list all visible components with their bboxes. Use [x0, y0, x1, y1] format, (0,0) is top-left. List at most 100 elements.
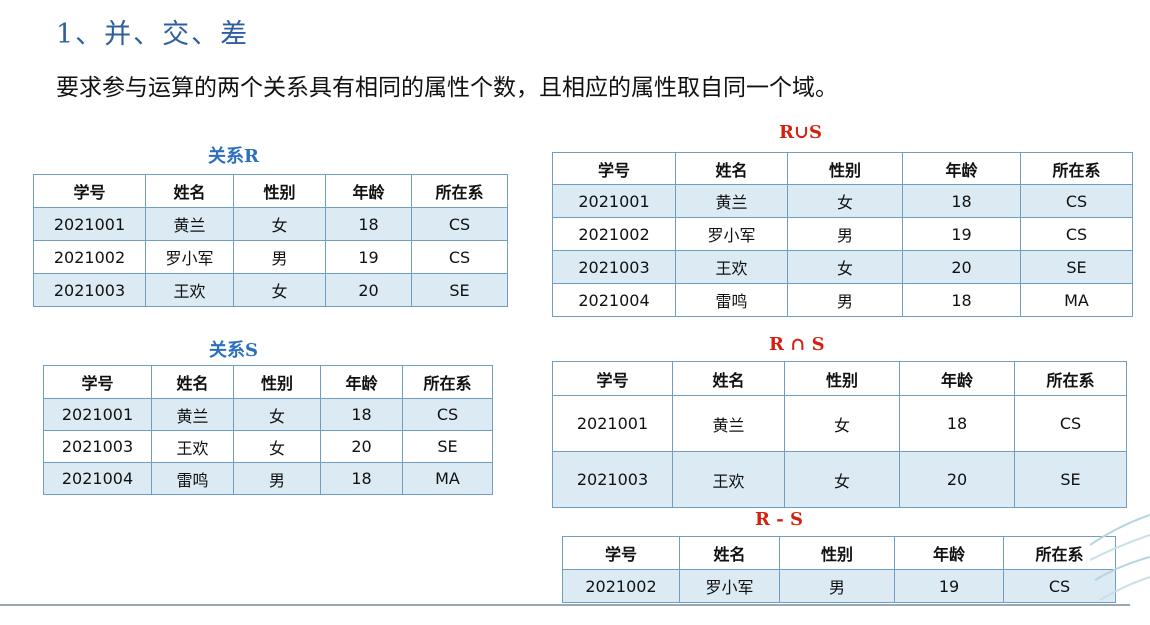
- cell-student-id: 2021001: [43, 398, 152, 431]
- cell-age: 19: [325, 240, 412, 274]
- cell-student-id: 2021002: [33, 240, 146, 274]
- cell-age: 18: [899, 395, 1015, 452]
- cell-gender: 男: [787, 283, 903, 317]
- cell-name: 黄兰: [672, 395, 785, 452]
- cell-gender: 女: [787, 184, 903, 218]
- cell-student-id: 2021004: [43, 462, 152, 495]
- column-header-student-id: 学号: [43, 365, 152, 399]
- cell-name: 王欢: [151, 430, 234, 463]
- column-header-gender: 性别: [787, 152, 903, 185]
- column-header-age: 年龄: [320, 365, 403, 399]
- cell-age: 18: [320, 462, 403, 495]
- column-header-gender: 性别: [779, 536, 895, 570]
- cell-name: 罗小军: [675, 217, 788, 251]
- table-intersection: 学号 姓名 性别 年龄 所在系 2021001 黄兰女 18 CS 2021003 王欢女 20 SE: [552, 361, 1127, 508]
- table-difference: 学号 姓名 性别 年龄 所在系 2021002 罗小军男 19 CS: [562, 536, 1116, 603]
- cell-department: SE: [1014, 451, 1127, 508]
- cell-name: 王欢: [672, 451, 785, 508]
- column-header-age: 年龄: [899, 361, 1015, 396]
- table-header-row: 学号 姓名 性别 年龄 所在系: [562, 536, 1116, 570]
- cell-department: SE: [411, 273, 508, 307]
- column-header-gender: 性别: [233, 365, 321, 399]
- table-header-row: 学号 姓名 性别 年龄 所在系: [552, 361, 1127, 396]
- cell-age: 20: [325, 273, 412, 307]
- column-header-age: 年龄: [894, 536, 1004, 570]
- column-header-name: 姓名: [145, 174, 234, 208]
- caption-intersection: R ∩ S: [769, 334, 825, 355]
- table-relation-r: 学号 姓名 性别 年龄 所在系 2021001 黄兰女 18 CS 2021002 罗小军男 19 CS…: [33, 174, 508, 307]
- cell-name: 罗小军: [679, 569, 780, 603]
- cell-student-id: 2021004: [552, 283, 676, 317]
- column-header-name: 姓名: [151, 365, 234, 399]
- column-header-name: 姓名: [672, 361, 785, 396]
- table-row: 2021004 雷鸣男 18 MA: [43, 462, 493, 495]
- column-header-department: 所在系: [402, 365, 493, 399]
- table-row: 2021004 雷鸣男 18 MA: [552, 283, 1133, 317]
- cell-department: CS: [411, 240, 508, 274]
- cell-name: 黄兰: [145, 207, 234, 241]
- table-header-row: 学号 姓名 性别 年龄 所在系: [43, 365, 493, 399]
- column-header-department: 所在系: [411, 174, 508, 208]
- slide-subheading: 要求参与运算的两个关系具有相同的属性个数，且相应的属性取自同一个域。: [56, 75, 838, 101]
- cell-student-id: 2021002: [552, 217, 676, 251]
- cell-gender: 女: [233, 273, 326, 307]
- column-header-gender: 性别: [784, 361, 900, 396]
- column-header-student-id: 学号: [562, 536, 680, 570]
- cell-gender: 女: [233, 207, 326, 241]
- cell-department: CS: [1014, 395, 1127, 452]
- table-row: 2021001 黄兰女 18 CS: [33, 207, 508, 241]
- column-header-student-id: 学号: [552, 152, 676, 185]
- cell-age: 18: [325, 207, 412, 241]
- cell-department: SE: [402, 430, 493, 463]
- footer-divider: [0, 604, 1130, 606]
- table-row: 2021001 黄兰女 18 CS: [552, 395, 1127, 452]
- table-union: 学号 姓名 性别 年龄 所在系 2021001 黄兰女 18 CS 2021002 罗小军男 19 CS…: [552, 152, 1133, 317]
- cell-name: 王欢: [145, 273, 234, 307]
- cell-name: 罗小军: [145, 240, 234, 274]
- cell-department: CS: [1020, 217, 1133, 251]
- table-row: 2021001 黄兰女 18 CS: [43, 398, 493, 431]
- table-row: 2021003 王欢女 20 SE: [33, 273, 508, 307]
- caption-difference: R - S: [755, 509, 803, 530]
- cell-student-id: 2021001: [552, 395, 673, 452]
- column-header-student-id: 学号: [33, 174, 146, 208]
- cell-age: 18: [902, 184, 1021, 218]
- column-header-name: 姓名: [679, 536, 780, 570]
- column-header-age: 年龄: [902, 152, 1021, 185]
- cell-student-id: 2021001: [33, 207, 146, 241]
- cell-age: 20: [320, 430, 403, 463]
- table-relation-s: 学号 姓名 性别 年龄 所在系 2021001 黄兰女 18 CS 2021003 王欢女 20 SE 2…: [43, 365, 493, 495]
- cell-department: CS: [1020, 184, 1133, 218]
- slide-heading: 1、并、交、差: [56, 19, 250, 50]
- caption-relation-r: 关系R: [208, 146, 259, 167]
- table-row: 2021002 罗小军男 19 CS: [562, 569, 1116, 603]
- cell-age: 20: [899, 451, 1015, 508]
- cell-gender: 男: [779, 569, 895, 603]
- cell-student-id: 2021001: [552, 184, 676, 218]
- table-row: 2021002 罗小军男 19 CS: [33, 240, 508, 274]
- cell-name: 雷鸣: [151, 462, 234, 495]
- table-row: 2021001 黄兰女 18 CS: [552, 184, 1133, 218]
- column-header-department: 所在系: [1020, 152, 1133, 185]
- cell-gender: 女: [784, 395, 900, 452]
- cell-age: 19: [894, 569, 1004, 603]
- cell-name: 王欢: [675, 250, 788, 284]
- column-header-department: 所在系: [1014, 361, 1127, 396]
- cell-name: 黄兰: [675, 184, 788, 218]
- cell-department: MA: [402, 462, 493, 495]
- table-header-row: 学号 姓名 性别 年龄 所在系: [33, 174, 508, 208]
- cell-gender: 女: [233, 398, 321, 431]
- cell-student-id: 2021003: [552, 451, 673, 508]
- table-row: 2021003 王欢女 20 SE: [43, 430, 493, 463]
- cell-gender: 女: [787, 250, 903, 284]
- cell-gender: 男: [787, 217, 903, 251]
- cell-department: MA: [1020, 283, 1133, 317]
- column-header-gender: 性别: [233, 174, 326, 208]
- cell-department: SE: [1020, 250, 1133, 284]
- cell-age: 18: [902, 283, 1021, 317]
- table-row: 2021002 罗小军男 19 CS: [552, 217, 1133, 251]
- cell-department: CS: [402, 398, 493, 431]
- cell-student-id: 2021003: [43, 430, 152, 463]
- cell-student-id: 2021003: [552, 250, 676, 284]
- cell-name: 黄兰: [151, 398, 234, 431]
